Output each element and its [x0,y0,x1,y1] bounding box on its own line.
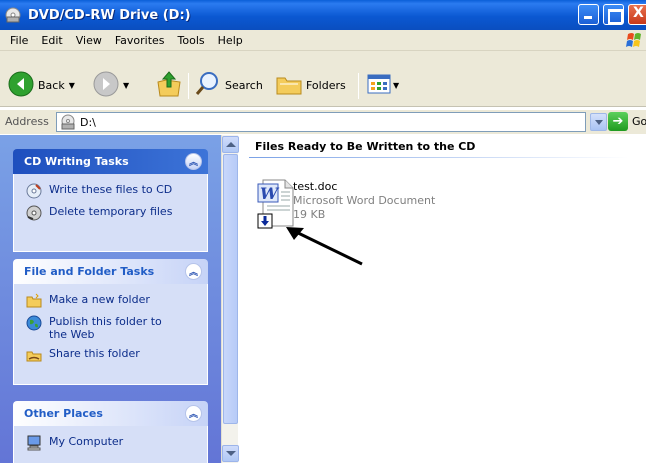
address-label: Address [5,115,49,128]
menu-help[interactable]: Help [218,34,243,47]
search-icon [195,71,221,100]
share-folder-icon [26,347,42,363]
collapse-chevron-icon[interactable]: ︽ [185,405,202,422]
publish-web-icon [26,315,42,331]
close-button[interactable] [628,4,646,25]
menu-view[interactable]: View [76,34,102,47]
back-label: Back [38,79,65,92]
scroll-up-button[interactable] [222,136,239,153]
maximize-button[interactable] [603,4,624,25]
menu-edit[interactable]: Edit [41,34,62,47]
menu-tools[interactable]: Tools [178,34,205,47]
toolbar: Back ▼ ▼ Search Folders ▼ [0,51,646,107]
windows-logo-icon [622,31,646,50]
back-arrow-icon [8,71,34,100]
task-label: Publish this folder to the Web [49,315,162,341]
task-label: My Computer [49,435,124,448]
back-button[interactable]: Back ▼ [8,71,75,100]
file-name: test.doc [293,180,338,193]
address-bar: Address D:\ ➔ Go [0,109,646,134]
task-label: Write these files to CD [49,183,173,196]
up-folder-button[interactable] [156,70,182,101]
task-share-folder[interactable]: Share this folder [14,344,207,366]
cd-writing-tasks-header[interactable]: CD Writing Tasks ︽ [13,149,208,174]
svg-text:W: W [260,184,280,203]
scroll-thumb[interactable] [223,154,238,424]
panel-title: File and Folder Tasks [24,265,155,278]
folders-button[interactable]: Folders [276,72,346,99]
search-label: Search [225,79,263,92]
address-input[interactable]: D:\ [56,112,586,132]
cd-writing-tasks-panel: CD Writing Tasks ︽ Write these files to … [13,149,208,252]
cd-drive-icon [4,6,22,24]
scroll-down-button[interactable] [222,445,239,462]
delete-cd-files-icon [26,205,42,221]
go-arrow-icon: ➔ [608,112,628,131]
menu-bar: File Edit View Favorites Tools Help [0,30,646,51]
forward-dropdown-icon[interactable]: ▼ [123,81,129,90]
annotation-arrow [286,227,363,266]
views-dropdown-icon[interactable]: ▼ [393,81,399,90]
window-title: DVD/CD-RW Drive (D:) [28,7,191,23]
folders-label: Folders [306,79,346,92]
task-pane-scrollbar[interactable] [221,135,239,463]
task-publish-folder-to-web[interactable]: Publish this folder to the Web [14,312,207,344]
search-button[interactable]: Search [195,71,263,100]
panel-title: Other Places [24,407,103,420]
other-places-panel: Other Places ︽ My Computer [13,401,208,463]
address-dropdown-button[interactable] [590,113,607,131]
collapse-chevron-icon[interactable]: ︽ [185,153,202,170]
toolbar-separator [358,73,359,99]
views-icon [366,72,392,99]
task-label: Make a new folder [49,293,150,306]
place-my-computer[interactable]: My Computer [14,432,207,454]
file-type: Microsoft Word Document [293,194,436,207]
task-delete-temporary-files[interactable]: Delete temporary files [14,202,207,224]
forward-arrow-icon [93,71,119,100]
task-label: Share this folder [49,347,140,360]
menu-favorites[interactable]: Favorites [115,34,165,47]
toolbar-separator [188,73,189,99]
title-bar: DVD/CD-RW Drive (D:) [0,0,646,30]
back-dropdown-icon[interactable]: ▼ [69,81,75,90]
folders-icon [276,72,302,99]
group-divider [249,157,629,158]
views-button[interactable]: ▼ [366,72,399,99]
address-value: D:\ [80,115,96,129]
go-button[interactable]: ➔ Go [608,112,646,131]
new-folder-icon [26,293,42,309]
file-list-pane: Files Ready to Be Written to the CD W te… [239,135,646,463]
file-folder-tasks-panel: File and Folder Tasks ︽ Make a new folde… [13,259,208,385]
task-write-files-to-cd[interactable]: Write these files to CD [14,180,207,202]
collapse-chevron-icon[interactable]: ︽ [185,263,202,280]
forward-button[interactable]: ▼ [93,71,129,100]
my-computer-icon [26,435,42,451]
minimize-button[interactable] [578,4,599,25]
menu-file[interactable]: File [10,34,28,47]
write-cd-icon [26,183,42,199]
go-label: Go [632,115,646,128]
cd-drive-small-icon [60,114,76,130]
task-make-new-folder[interactable]: Make a new folder [14,290,207,312]
up-folder-icon [156,70,182,101]
other-places-header[interactable]: Other Places ︽ [13,401,208,426]
group-heading: Files Ready to Be Written to the CD [255,140,476,153]
file-folder-tasks-header[interactable]: File and Folder Tasks ︽ [13,259,208,284]
panel-title: CD Writing Tasks [24,155,129,168]
task-pane: CD Writing Tasks ︽ Write these files to … [0,135,221,463]
task-label: Delete temporary files [49,205,173,218]
